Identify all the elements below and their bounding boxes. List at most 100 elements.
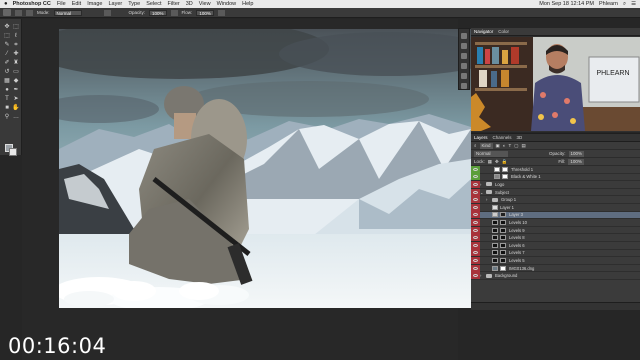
layer-row[interactable]: Black & White 1 [471,173,640,182]
apple-menu-icon[interactable]: ● [4,1,8,7]
visibility-eye-icon[interactable] [471,180,480,188]
character-panel-icon[interactable] [461,73,467,79]
visibility-eye-icon[interactable] [471,188,480,196]
marquee-tool-icon[interactable]: ⬚ [3,33,11,40]
visibility-eye-icon[interactable] [471,272,480,280]
pressure-opacity-icon[interactable] [103,9,111,16]
blend-mode-select[interactable]: Normal [474,150,508,157]
layer-group-row[interactable]: › Logo [471,180,640,189]
menu-image[interactable]: Image [87,1,102,7]
lock-pixels-icon[interactable]: ▦ [488,159,492,165]
visibility-eye-icon[interactable] [471,203,480,211]
visibility-eye-icon[interactable] [471,226,480,234]
background-color-swatch[interactable] [9,148,17,156]
type-tool-icon[interactable]: T [3,96,11,103]
filter-shape-icon[interactable]: ▢ [514,143,518,149]
tab-navigator[interactable]: Navigator [474,29,493,34]
visibility-eye-icon[interactable] [471,211,480,219]
layer-row[interactable]: Levels 10 [471,218,640,227]
visibility-eye-icon[interactable] [471,218,480,226]
filter-smart-object-icon[interactable]: ▤ [522,143,526,149]
brush-panel-toggle-icon[interactable] [26,9,33,16]
tab-layers[interactable]: Layers [474,135,488,140]
move-tool-icon[interactable]: ✥ [3,24,11,31]
layer-group-row[interactable]: › Background [471,272,640,280]
visibility-eye-icon[interactable] [471,264,480,272]
menu-type[interactable]: Type [128,1,140,7]
menu-3d[interactable]: 3D [186,1,193,7]
filter-adjustment-icon[interactable]: ◐ [503,143,506,148]
layer-kind-select[interactable]: Kind [479,142,493,149]
layer-group-row[interactable]: › Group 1 [471,196,640,204]
visibility-eye-icon[interactable] [471,165,480,173]
mode-select[interactable]: Normal [53,9,82,16]
opacity-field[interactable]: 100% [149,9,167,16]
layer-row[interactable]: Levels 7 [471,249,640,258]
document-canvas[interactable] [59,29,471,308]
hand-tool-icon[interactable]: ✋ [12,105,20,112]
layer-row[interactable]: Threshold 1 [471,165,640,174]
layer-fill-field[interactable]: 100% [568,158,584,165]
menu-select[interactable]: Select [146,1,161,7]
shape-tool-icon[interactable]: ■ [3,105,11,112]
visibility-eye-icon[interactable] [471,241,480,249]
tab-color[interactable]: Color [498,29,509,34]
tab-channels[interactable]: Channels [493,135,512,140]
artboard-tool-icon[interactable]: ⬚ [12,24,20,31]
zoom-tool-icon[interactable]: ⚲ [3,114,11,121]
eyedropper-tool-icon[interactable]: ⁄ [3,51,11,58]
layer-row[interactable]: Levels 5 [471,256,640,265]
healing-tool-icon[interactable]: ✚ [12,51,20,58]
filter-pixel-icon[interactable]: ▣ [496,143,500,149]
app-menu-photoshop[interactable]: Photoshop CC [13,1,51,7]
crop-tool-icon[interactable]: ⌗ [12,42,20,49]
lock-position-icon[interactable]: ✥ [495,159,499,165]
menu-window[interactable]: Window [217,1,237,7]
visibility-eye-icon[interactable] [471,196,480,204]
list-icon[interactable]: ☰ [631,1,636,7]
layer-row[interactable]: Levels 8 [471,234,640,242]
eraser-tool-icon[interactable]: ▭ [12,69,20,76]
edit-toolbar-icon[interactable]: … [12,114,20,121]
gradient-tool-icon[interactable]: ▦ [3,78,11,85]
layer-row[interactable]: IMG0136.dng [471,264,640,273]
path-select-tool-icon[interactable]: ➤ [12,96,20,103]
brush-size-picker[interactable] [15,9,22,16]
filter-type-icon[interactable]: T [509,143,512,148]
layer-row-selected[interactable]: Layer 3 [471,211,640,220]
clone-stamp-tool-icon[interactable]: ♜ [12,60,20,67]
visibility-eye-icon[interactable] [471,234,480,242]
lasso-tool-icon[interactable]: ℓ [12,33,20,40]
layer-row[interactable]: Layer 1 [471,203,640,212]
layer-group-row[interactable]: ⌄ Subject [471,188,640,197]
history-brush-tool-icon[interactable]: ↺ [3,69,11,76]
pressure-size-icon[interactable] [217,9,225,16]
flow-field[interactable]: 100% [196,9,214,16]
layer-row[interactable]: Levels 6 [471,241,640,250]
airbrush-icon[interactable] [170,9,178,16]
search-icon[interactable]: ⌕ [623,1,626,8]
pen-tool-icon[interactable]: ✒ [12,87,20,94]
menu-file[interactable]: File [57,1,66,7]
properties-panel-icon[interactable] [461,43,467,49]
brush-preset-icon[interactable] [3,9,11,16]
menu-filter[interactable]: Filter [167,1,179,7]
canvas-area[interactable] [22,19,471,360]
visibility-eye-icon[interactable] [471,249,480,257]
adjustments-panel-icon[interactable] [461,53,467,59]
menu-edit[interactable]: Edit [72,1,81,7]
lock-all-icon[interactable]: 🔒 [502,159,508,165]
menu-view[interactable]: View [199,1,211,7]
history-panel-icon[interactable] [461,33,467,39]
swatches-panel-icon[interactable] [461,83,467,89]
quick-select-tool-icon[interactable]: ✎ [3,42,11,49]
tab-3d[interactable]: 3D [517,135,523,140]
menu-layer[interactable]: Layer [108,1,122,7]
menu-help[interactable]: Help [242,1,253,7]
visibility-eye-icon[interactable] [471,173,480,181]
blur-tool-icon[interactable]: ◆ [12,78,20,85]
layer-opacity-field[interactable]: 100% [568,150,585,157]
brushes-panel-icon[interactable] [461,63,467,69]
dodge-tool-icon[interactable]: ● [3,87,11,94]
brush-tool-icon[interactable]: ✐ [3,60,11,67]
